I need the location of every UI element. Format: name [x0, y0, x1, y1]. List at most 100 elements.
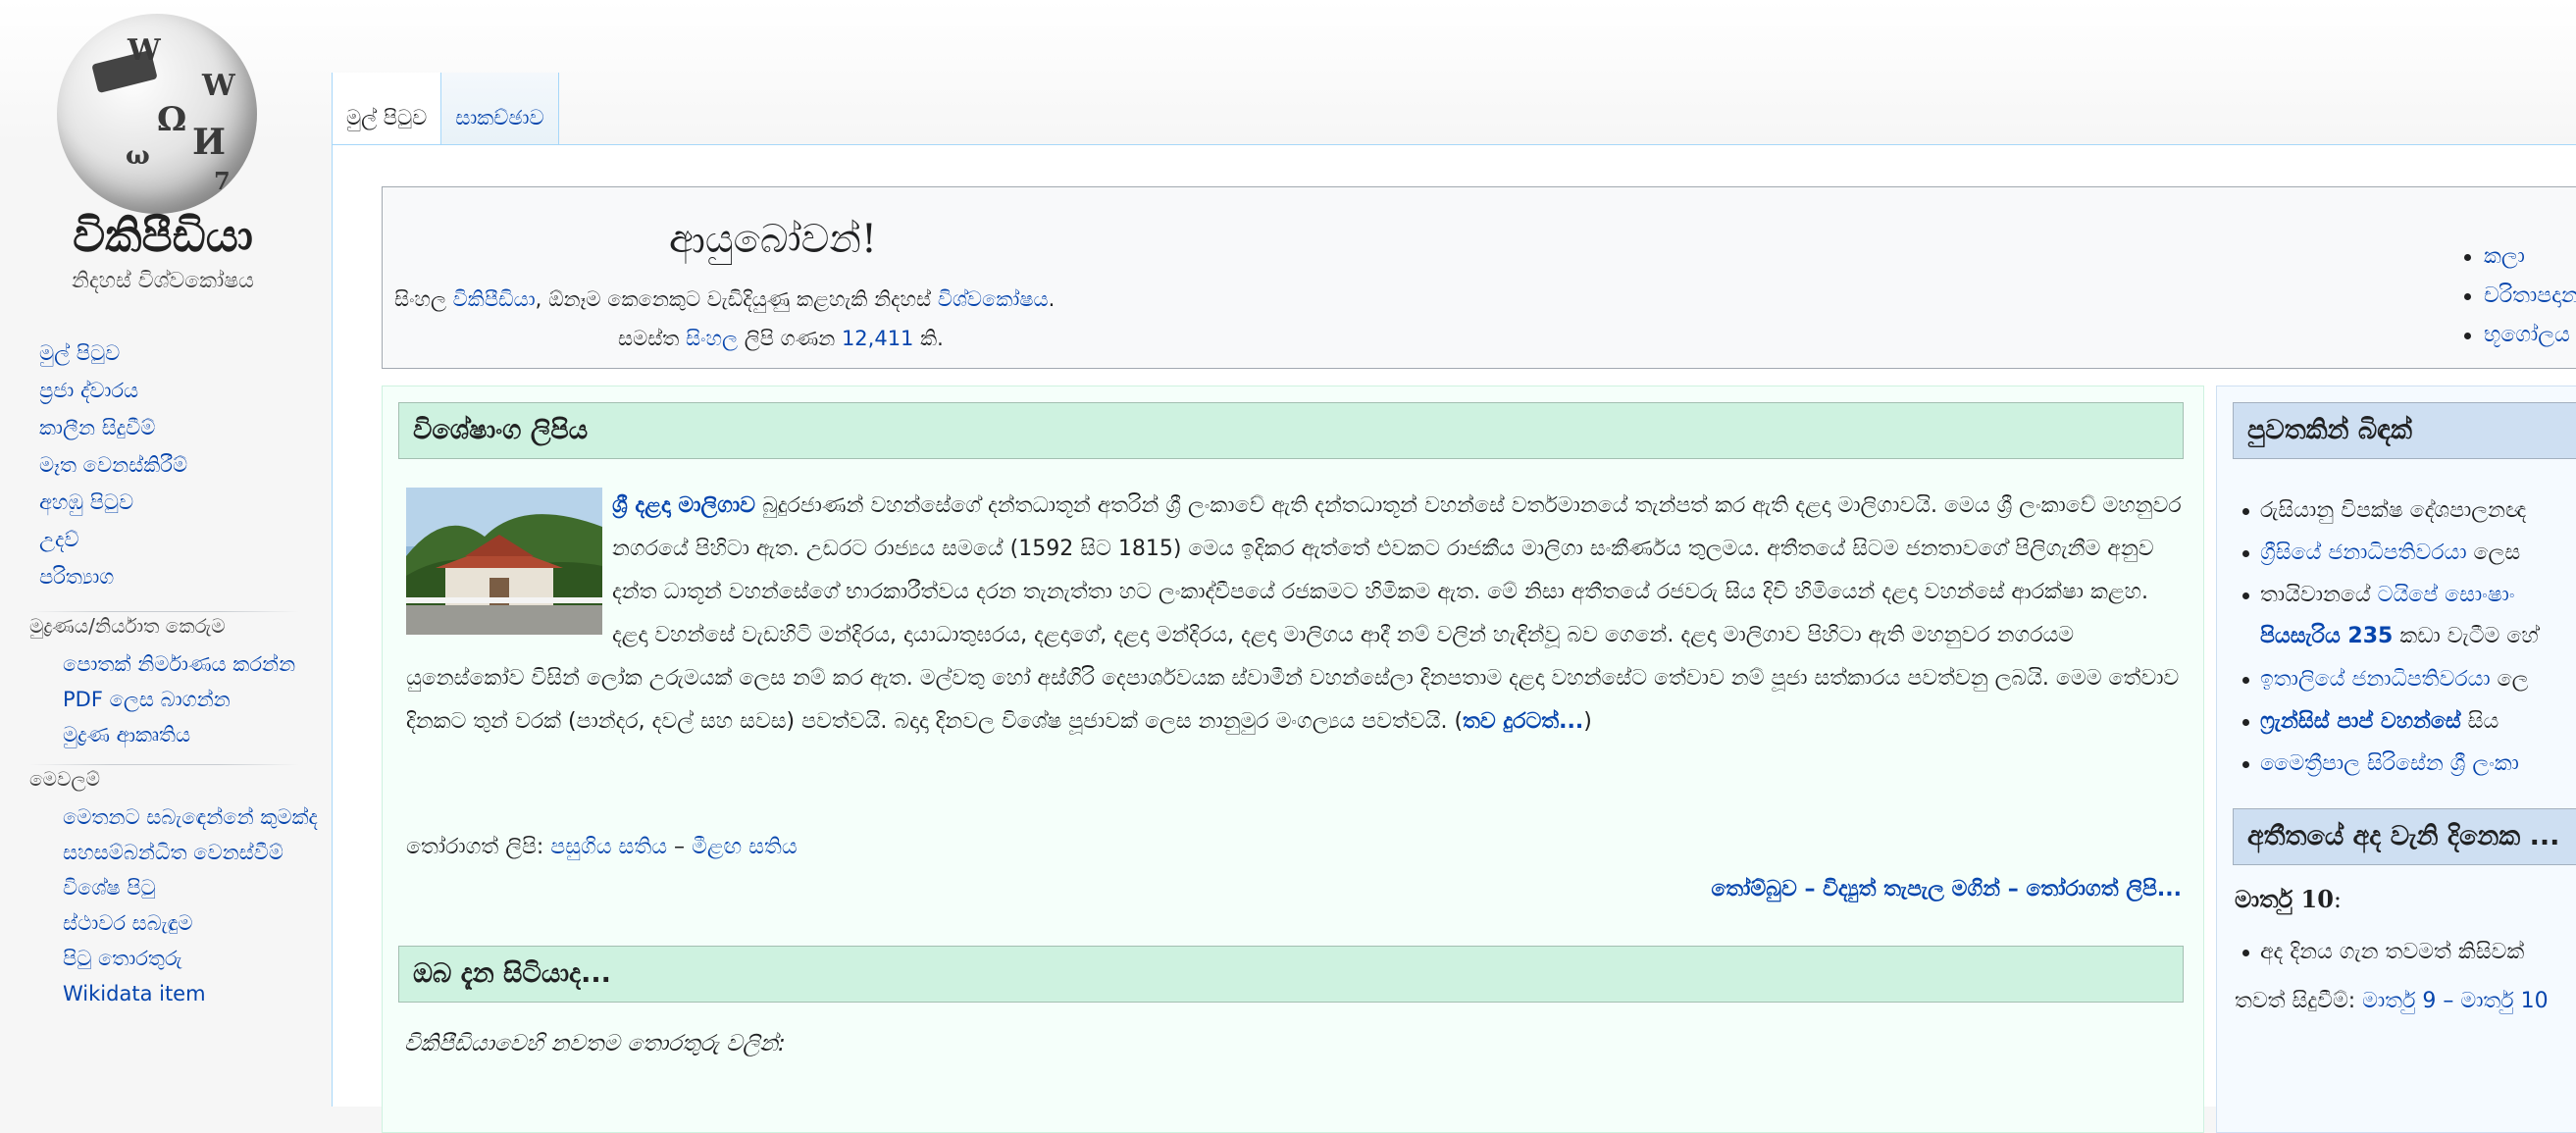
page-tabs: මුල් පිටුව සාකච්ඡාව: [332, 73, 559, 145]
portal-links: කලා චරිතාපදාන භූගෝලය: [2423, 238, 2576, 356]
welcome-text: , ඕනෑම කෙනෙකුට වැඩිදියුණු කළහැකි නිදහස්: [535, 287, 938, 311]
did-you-know-intro: විකිපීඩියාවෙහි නවතම තොරතුරු වලින්:: [404, 1031, 786, 1056]
featured-more-links: තෝම්බුව – විද්‍යුත් තැපැල මගින් – තෝරාගත…: [1711, 877, 2182, 901]
sidebar-navigation: මුල් පිටුව ප්‍රජා ද්වාරය කාලීන සිදුවීම් …: [0, 338, 329, 599]
news-item: රුසියානු විපක්ෂ දේශපාලනඥ: [2235, 490, 2539, 533]
news-item-text: ලෙ: [2490, 667, 2529, 692]
sidebar-item-main-page[interactable]: මුල් පිටුව: [39, 341, 120, 365]
news-item: මෛත්‍රීපාල සිරිසේන ශ්‍රී ලංකා: [2235, 744, 2539, 786]
separator: –: [1796, 877, 1824, 901]
main-content: ආයුබෝවන්! සිංහල විකිපීඩියා, ඕනෑම කෙනෙකුට…: [332, 144, 2576, 1133]
recent-featured: තෝරාගත් ලිපි: පසුගිය සතිය – මීළඟ සතිය: [406, 826, 798, 869]
portal-link-arts[interactable]: කලා: [2484, 244, 2525, 269]
wikipedia-globe-icon: W Ω W И ω 7: [57, 14, 257, 214]
welcome-text: ලිපි ගණන: [738, 327, 842, 350]
sidebar-item-related-changes[interactable]: සහසම්බන්ධිත වෙනස්වීම්: [63, 841, 283, 864]
sidebar-item-printable-version[interactable]: මුද්‍රණ ආකෘතිය: [63, 723, 190, 747]
on-this-day-heading: අතීතයේ අද වැනි දිනෙක ...: [2233, 808, 2576, 865]
featured-article-body: බුදුරජාණන් වහන්සේගේ දන්තධාතූන් අතරින් ශ්…: [406, 493, 2182, 734]
sidebar-item-random-page[interactable]: අහඹු පිටුව: [39, 490, 133, 514]
featured-article-heading: විශේෂාංග ලිපිය: [398, 402, 2184, 459]
date-colon: :: [2333, 886, 2342, 913]
portal-link-geography[interactable]: භූගෝලය: [2484, 323, 2570, 347]
welcome-title: ආයුබෝවන්!: [669, 217, 877, 262]
sidebar-item-recent-changes[interactable]: මෑත වෙනස්කිරීම්: [39, 453, 187, 477]
next-week-link[interactable]: මීළඟ සතිය: [692, 835, 798, 859]
sidebar-print-section: මුද්‍රණය/නිර්යාත කෙරුම පොතක් නිර්මාණය කර…: [0, 611, 329, 752]
site-logo[interactable]: W Ω W И ω 7 විකිපීඩියා නිදහස් විශ්වකෝෂය: [22, 14, 304, 298]
sidebar-print-heading[interactable]: මුද්‍රණය/නිර්යාත කෙරුම: [29, 611, 329, 641]
encyclopedia-link[interactable]: විශ්වකෝෂය: [938, 287, 1049, 311]
featured-article-link[interactable]: ශ්‍රී දළදා මාලිගාව: [612, 493, 755, 518]
previous-day-link[interactable]: මාර්තු 9: [2362, 989, 2436, 1013]
sidebar-divider: [29, 764, 299, 765]
did-you-know-heading: ඔබ දැන සිටියාද...: [398, 946, 2184, 1003]
news-item-link[interactable]: ටයිපේ සොංෂාං: [2378, 583, 2515, 607]
on-this-day-date: මාර්තු 10:: [2235, 885, 2342, 913]
separator: –: [2000, 877, 2027, 901]
sidebar-item-permanent-link[interactable]: ස්ථාවර සබැඳුම: [63, 911, 192, 935]
other-days: තවත් සිදුවීම්: මාර්තු 9 – මාර්තු 10: [2235, 989, 2549, 1013]
news-item-text: රුසියානු විපක්ෂ දේශපාලනඥ: [2260, 498, 2527, 523]
portal-link-biographies[interactable]: චරිතාපදාන: [2484, 283, 2576, 308]
sidebar: මුල් පිටුව ප්‍රජා ද්වාරය කාලීන සිදුවීම් …: [0, 338, 329, 1011]
separator: –: [667, 835, 693, 859]
wikipedia-link[interactable]: විකිපීඩියා: [453, 287, 536, 311]
welcome-text: සමස්ත: [618, 327, 687, 350]
news-list: රුසියානු විපක්ෂ දේශපාලනඥ ග්‍රීසියේ ජනාධි…: [2235, 490, 2539, 786]
sidebar-item-what-links-here[interactable]: මෙතනට සබැඳෙන්නේ කුමක්ද: [63, 805, 318, 829]
sidebar-item-community-portal[interactable]: ප්‍රජා ද්වාරය: [39, 379, 138, 402]
news-heading: පුවතකින් බිඳක්: [2233, 402, 2576, 459]
news-item-link[interactable]: ඉතාලියේ ජනාධිපතිවරයා: [2260, 667, 2491, 692]
on-this-day-list: අද දිනය ගැන තවමත් කිසිවක්: [2235, 932, 2524, 973]
sidebar-tools-heading[interactable]: මෙවලම්: [29, 764, 329, 794]
news-item: ඉතාලියේ ජනාධිපතිවරයා ලෙ: [2235, 659, 2539, 701]
archive-link[interactable]: තෝම්බුව: [1711, 877, 1796, 901]
sidebar-item-create-book[interactable]: පොතක් නිර්මාණය කරන්න: [63, 652, 295, 676]
welcome-text: සිංහල: [394, 287, 453, 311]
recent-featured-label: තෝරාගත් ලිපි:: [406, 835, 551, 859]
welcome-text: .: [1048, 287, 1056, 311]
news-item-link[interactable]: මෛත්‍රීපාල සිරිසේන ශ්‍රී ලංකා: [2260, 751, 2519, 776]
sidebar-divider: [29, 611, 299, 612]
date-label: මාර්තු 10: [2235, 885, 2334, 913]
sidebar-item-special-pages[interactable]: විශේෂ පිටු: [63, 876, 156, 900]
featured-article-close-paren: ): [1583, 709, 1592, 734]
sidebar-item-help[interactable]: උදව්: [39, 528, 78, 551]
news-item-text: කඩා වැටීම හේ: [2393, 624, 2539, 648]
read-more-link[interactable]: තව දුරටත්...: [1463, 709, 1583, 734]
featured-article-box: විශේෂාංග ලිපිය ශ්‍රී දළදා මාලිගාව බුදුරජ…: [382, 386, 2204, 1133]
news-item-link[interactable]: පියසැරිය 235: [2260, 624, 2393, 648]
featured-article-text: ශ්‍රී දළදා මාලිගාව බුදුරජාණන් වහන්සේගේ ද…: [406, 485, 2186, 744]
sidebar-item-page-information[interactable]: පිටු තොරතුරු: [63, 947, 182, 970]
separator: –: [2436, 989, 2461, 1013]
other-days-label: තවත් සිදුවීම්:: [2235, 989, 2363, 1013]
news-item: ග්‍රීසියේ ජනාධිපතිවරයා ලෙස: [2235, 533, 2539, 575]
news-item-text: ලෙස: [2466, 541, 2521, 565]
email-link[interactable]: විද්‍යුත් තැපැල මගින්: [1823, 877, 2000, 901]
more-featured-link[interactable]: තෝරාගත් ලිපි...: [2026, 877, 2182, 901]
sidebar-item-current-events[interactable]: කාලීන සිදුවීම්: [39, 416, 155, 439]
sidebar-item-donate[interactable]: පරිත්‍යාග: [39, 565, 114, 589]
previous-week-link[interactable]: පසුගිය සතිය: [550, 835, 667, 859]
welcome-tagline: සිංහල විකිපීඩියා, ඕනෑම කෙනෙකුට වැඩිදියුණ…: [394, 287, 1055, 312]
next-day-link[interactable]: මාර්තු 10: [2460, 989, 2548, 1013]
article-count-link[interactable]: 12,411: [842, 327, 913, 350]
welcome-text: කි.: [913, 327, 944, 350]
news-item-link[interactable]: ග්‍රීසියේ ජනාධිපතිවරයා: [2260, 541, 2467, 565]
sinhala-link[interactable]: සිංහල: [686, 327, 738, 350]
sidebar-item-wikidata-item[interactable]: Wikidata item: [63, 982, 206, 1005]
news-item: තායිවානයේ ටයිපේ සොංෂාං පියසැරිය 235 කඩා ව…: [2235, 575, 2539, 659]
sidebar-item-download-pdf[interactable]: PDF ලෙස බාගන්න: [63, 688, 231, 711]
news-box: පුවතකින් බිඳක් රුසියානු විපක්ෂ දේශපාලනඥ …: [2216, 386, 2576, 1133]
tab-main-page[interactable]: මුල් පිටුව: [332, 73, 441, 145]
news-item-text: තායිවානයේ: [2260, 583, 2378, 607]
news-item: ෆ්‍රැන්සිස් පාප් වහන්සේ සිය: [2235, 701, 2539, 744]
site-tagline: නිදහස් විශ්වකෝෂය: [72, 269, 254, 293]
news-item-text: සිය: [2460, 709, 2499, 734]
news-item-link[interactable]: ෆ්‍රැන්සිස් පාප් වහන්සේ: [2260, 709, 2461, 734]
welcome-banner: ආයුබෝවන්! සිංහල විකිපීඩියා, ඕනෑම කෙනෙකුට…: [382, 186, 2576, 369]
site-wordmark: විකිපීඩියා: [73, 209, 253, 262]
sidebar-tools-section: මෙවලම් මෙතනට සබැඳෙන්නේ කුමක්ද සහසම්බන්ධි…: [0, 764, 329, 1011]
tab-talk[interactable]: සාකච්ඡාව: [440, 73, 559, 145]
